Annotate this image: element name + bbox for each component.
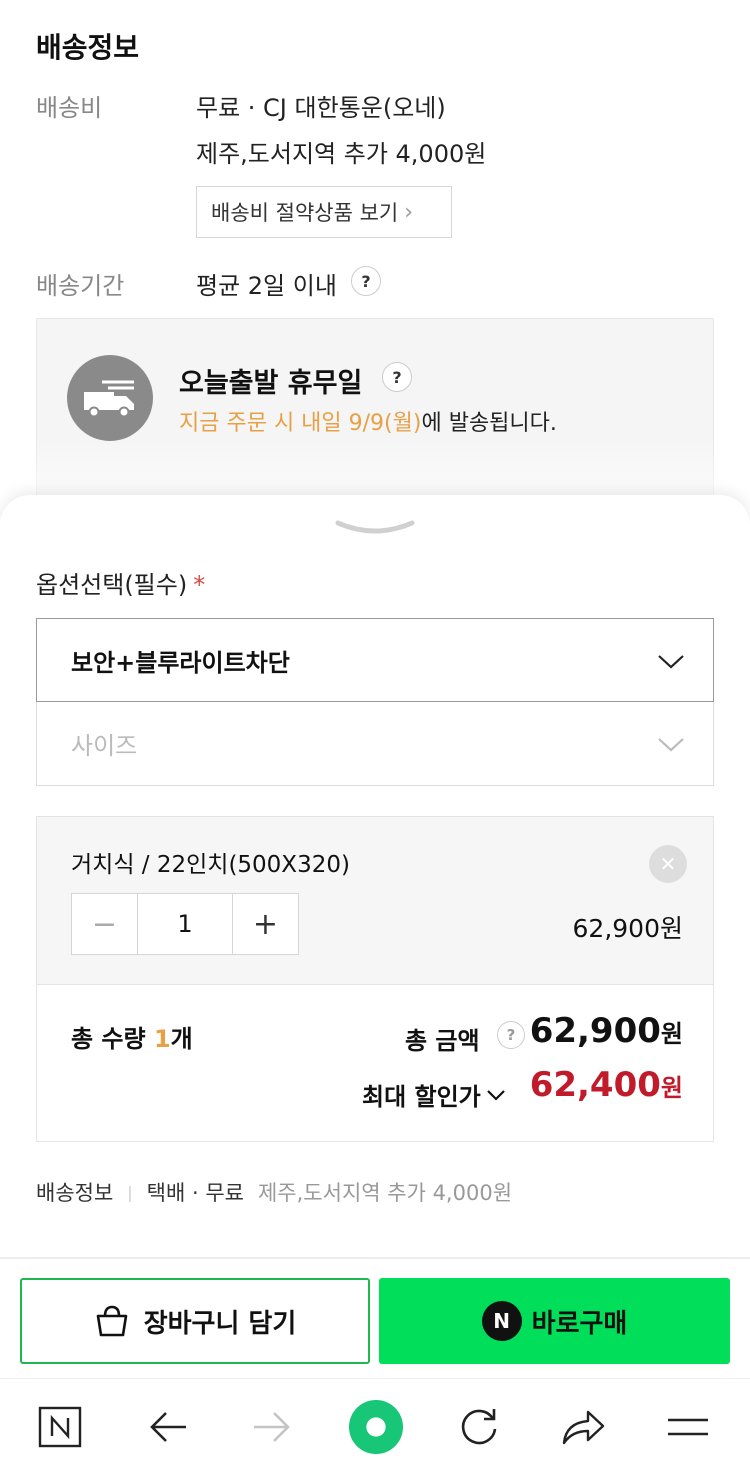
shipping-title: 배송정보 <box>36 31 140 64</box>
total-quantity-number: 1 <box>153 1025 171 1053</box>
naver-n-icon: N <box>481 1301 522 1341</box>
shipping-fee-value: 무료 · CJ 대한통운(오네) <box>196 94 446 122</box>
option-select-type[interactable]: 보안+블루라이트차단 <box>36 618 714 702</box>
today-ship-subtitle: 지금 주문 시 내일 9/9(월)에 발송됩니다. <box>179 405 557 437</box>
quantity-value[interactable]: 1 <box>138 894 232 954</box>
selected-item: 거치식 / 22인치(500X320) ✕ − 1 + 62,900원 <box>36 816 714 984</box>
total-amount-help-icon[interactable]: ? <box>497 1021 525 1049</box>
required-mark: * <box>193 571 206 599</box>
shipping-summary-label: 배송정보 <box>36 1181 114 1205</box>
browser-menu-button[interactable] <box>660 1399 716 1455</box>
quantity-plus-button[interactable]: + <box>232 894 298 954</box>
menu-icon <box>668 1418 708 1436</box>
back-arrow-icon <box>150 1412 186 1442</box>
browser-nav-bar <box>0 1378 750 1479</box>
truck-icon <box>67 355 153 441</box>
browser-home-icon <box>38 1406 82 1448</box>
max-discount-toggle[interactable]: 최대 할인가 <box>362 1077 507 1112</box>
browser-green-dot-button[interactable] <box>348 1399 404 1455</box>
total-amount-label: 총 금액 <box>405 1027 480 1055</box>
shipping-info-section: 배송정보 배송비 무료 · CJ 대한통운(오네) 제주,도서지역 추가 4,0… <box>0 0 750 520</box>
forward-arrow-icon <box>254 1412 290 1442</box>
shipping-period-value: 평균 2일 이내 <box>196 272 337 300</box>
buy-now-button[interactable]: N 바로구매 <box>379 1278 730 1364</box>
shipping-save-label: 배송비 절약상품 보기 <box>211 201 399 225</box>
option-select-size[interactable]: 사이즈 <box>36 702 714 786</box>
browser-refresh-button[interactable] <box>451 1399 507 1455</box>
today-help-icon[interactable]: ? <box>382 362 412 392</box>
divider <box>0 1257 750 1259</box>
close-icon: ✕ <box>659 852 677 876</box>
max-discount-label: 최대 할인가 <box>362 1083 481 1111</box>
browser-home-button[interactable] <box>32 1399 88 1455</box>
option-select-type-value: 보안+블루라이트차단 <box>71 648 290 677</box>
shipping-save-button[interactable]: 배송비 절약상품 보기 › <box>196 186 452 238</box>
browser-share-button[interactable] <box>555 1399 611 1455</box>
option-title-text: 옵션선택(필수) <box>36 571 188 599</box>
today-ship-title: 오늘출발 휴무일 <box>179 368 363 399</box>
browser-back-button[interactable] <box>140 1399 196 1455</box>
remove-item-button[interactable]: ✕ <box>649 845 687 883</box>
shipping-fee-extra: 제주,도서지역 추가 4,000원 <box>196 140 487 168</box>
max-discount-number: 62,400 <box>529 1065 661 1105</box>
selected-item-price: 62,900원 <box>572 914 683 943</box>
shipping-summary-extra: 제주,도서지역 추가 4,000원 <box>257 1181 513 1205</box>
shipping-period-label: 배송기간 <box>36 272 125 300</box>
shipping-fee-label: 배송비 <box>36 94 103 122</box>
quantity-minus-button[interactable]: − <box>72 894 138 954</box>
buy-now-label: 바로구매 <box>531 1308 628 1339</box>
share-icon <box>562 1410 605 1445</box>
total-quantity-label: 총 수량 <box>71 1025 154 1053</box>
max-discount-value: 62,400원 <box>530 1065 683 1105</box>
cart-bag-icon <box>96 1305 128 1337</box>
total-quantity: 총 수량 1개 <box>71 1019 193 1054</box>
option-bottom-sheet: 옵션선택(필수) * 보안+블루라이트차단 사이즈 거치식 / 22인치(500X… <box>0 495 750 1479</box>
green-dot-icon <box>348 1399 404 1455</box>
option-select-size-placeholder: 사이즈 <box>71 732 138 760</box>
chevron-down-icon <box>486 1089 505 1101</box>
quantity-stepper: − 1 + <box>71 893 299 955</box>
option-title: 옵션선택(필수) * <box>36 565 205 600</box>
chevron-down-icon <box>658 738 684 752</box>
period-help-icon[interactable]: ? <box>351 266 381 296</box>
shipping-summary-method: 택배 · 무료 <box>146 1181 244 1205</box>
shipping-summary-separator: | <box>127 1182 133 1202</box>
selected-item-name: 거치식 / 22인치(500X320) <box>71 852 350 878</box>
browser-forward-button[interactable] <box>244 1399 300 1455</box>
total-amount-unit: 원 <box>660 1020 683 1048</box>
total-quantity-unit: 개 <box>170 1025 193 1053</box>
chevron-down-icon <box>658 655 684 669</box>
total-amount-value: 62,900원 <box>530 1011 683 1051</box>
today-ship-suffix: 에 발송됩니다. <box>421 411 557 436</box>
refresh-icon <box>461 1409 497 1445</box>
total-summary: 총 수량 1개 총 금액 ? 62,900원 최대 할인가 62,400원 <box>36 984 714 1142</box>
add-to-cart-label: 장바구니 담기 <box>143 1308 297 1339</box>
add-to-cart-button[interactable]: 장바구니 담기 <box>20 1278 370 1364</box>
shipping-summary: 배송정보 | 택배 · 무료 제주,도서지역 추가 4,000원 <box>36 1177 512 1207</box>
total-amount-number: 62,900 <box>529 1011 661 1051</box>
sheet-collapse-handle[interactable] <box>335 517 415 541</box>
max-discount-unit: 원 <box>660 1074 683 1102</box>
today-ship-highlight: 지금 주문 시 내일 9/9(월) <box>179 411 422 436</box>
chevron-right-icon: › <box>404 199 414 225</box>
